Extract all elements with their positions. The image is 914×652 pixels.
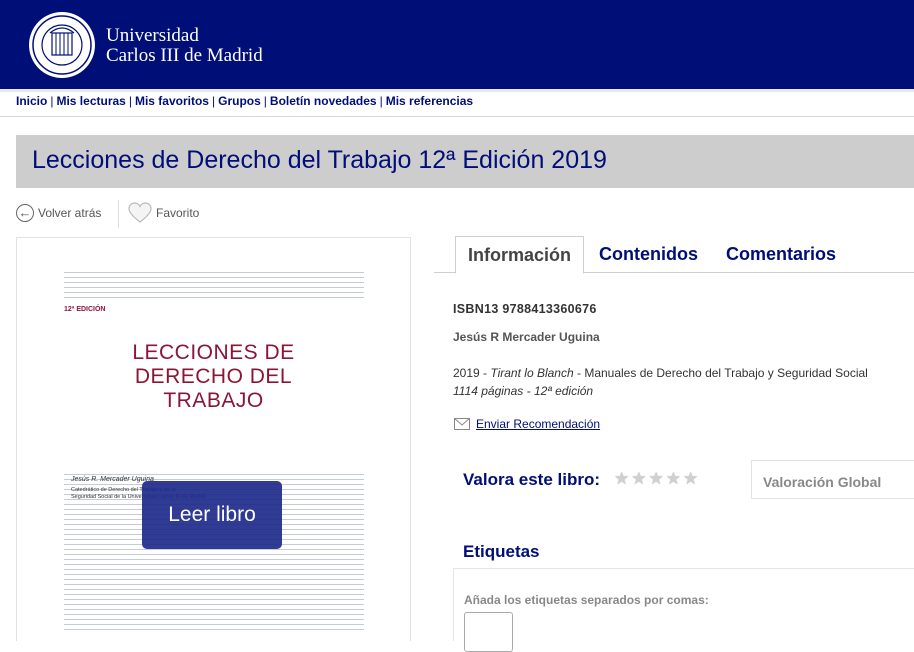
read-book-button[interactable]: Leer libro (142, 481, 282, 549)
cover-title-line: TRABAJO (163, 389, 264, 412)
cover-title-line: LECCIONES DE (132, 341, 295, 364)
book-publication: 2019 - Tirant lo Blanch - Manuales de De… (453, 366, 868, 380)
logo-line-1: Universidad (106, 25, 199, 46)
university-seal-icon[interactable] (28, 11, 96, 79)
envelope-icon (454, 417, 470, 430)
page-title: Lecciones de Derecho del Trabajo 12ª Edi… (32, 146, 607, 174)
heart-icon (128, 202, 152, 223)
site-header: Universidad Carlos III de Madrid (0, 0, 914, 89)
tags-title: Etiquetas (463, 542, 540, 561)
back-button[interactable]: ← Volver atrás (16, 204, 101, 222)
cover-edition: 12ª EDICIÓN (64, 306, 106, 313)
cover-lines-top (64, 272, 364, 302)
book-year: 2019 (453, 366, 480, 380)
nav-separator: | (211, 94, 216, 108)
favorite-button[interactable]: Favorito (128, 202, 199, 224)
book-pages: 1114 páginas - 12ª edición (453, 384, 594, 398)
main-nav: Inicio | Mis lecturas | Mis favoritos | Grupos… (0, 92, 914, 117)
global-rating-label: Valoración Global (763, 474, 882, 490)
star-icon[interactable]: ★ (649, 469, 666, 488)
nav-separator: | (263, 94, 267, 108)
tab-informacion[interactable]: Información (455, 236, 585, 274)
tags-input[interactable] (464, 612, 513, 652)
nav-separator: | (379, 94, 383, 108)
university-name[interactable]: Universidad Carlos III de Madrid (106, 26, 263, 66)
tab-contenidos[interactable]: Contenidos (599, 236, 698, 273)
cover-title-line: DERECHO DEL (134, 365, 293, 388)
cover-author: Jesús R. Mercader Uguina (71, 476, 154, 483)
nav-item-mis-referencias[interactable]: Mis referencias (386, 94, 473, 108)
back-label: Volver atrás (38, 206, 102, 220)
tags-hint: Añada los etiquetas separados por comas: (464, 593, 709, 607)
rating-stars: ★★★★★ (614, 469, 700, 489)
nav-item-mis-favoritos[interactable]: Mis favoritos (135, 94, 209, 108)
arrow-left-icon: ← (16, 204, 34, 222)
cover-title: LECCIONES DE DERECHO DEL TRABAJO (17, 341, 410, 413)
nav-item-grupos[interactable]: Grupos (218, 94, 261, 108)
send-recommendation-label[interactable]: Enviar Recomendación (476, 417, 600, 431)
action-divider (118, 200, 119, 228)
star-icon[interactable]: ★ (683, 469, 700, 488)
book-publisher[interactable]: Tirant lo Blanch (490, 366, 573, 380)
publication-separator: - (479, 366, 491, 380)
rate-book-label: Valora este libro: (463, 470, 600, 489)
book-author: Jesús R Mercader Uguina (453, 330, 600, 344)
tab-bar: Información Contenidos Comentarios (434, 236, 914, 274)
tab-comentarios[interactable]: Comentarios (726, 236, 836, 273)
book-collection[interactable]: Manuales de Derecho del Trabajo y Seguri… (584, 366, 868, 380)
logo-line-2: Carlos III de Madrid (106, 45, 263, 66)
book-isbn: ISBN13 9788413360676 (453, 302, 597, 316)
favorite-label: Favorito (156, 206, 200, 220)
star-icon[interactable]: ★ (666, 469, 683, 488)
send-recommendation-link[interactable]: Enviar Recomendación (454, 416, 600, 431)
global-rating-box: Valoración Global (751, 460, 914, 499)
star-icon[interactable]: ★ (631, 469, 648, 488)
nav-separator: | (128, 94, 132, 108)
title-bar: Lecciones de Derecho del Trabajo 12ª Edi… (16, 135, 914, 188)
nav-item-mis-lecturas[interactable]: Mis lecturas (56, 94, 125, 108)
publication-separator: - (573, 366, 585, 380)
nav-item-inicio[interactable]: Inicio (16, 94, 47, 108)
book-cover: 12ª EDICIÓN LECCIONES DE DERECHO DEL TRA… (16, 237, 411, 641)
star-icon[interactable]: ★ (614, 469, 631, 488)
nav-item-boletin-novedades[interactable]: Boletín novedades (270, 94, 377, 108)
